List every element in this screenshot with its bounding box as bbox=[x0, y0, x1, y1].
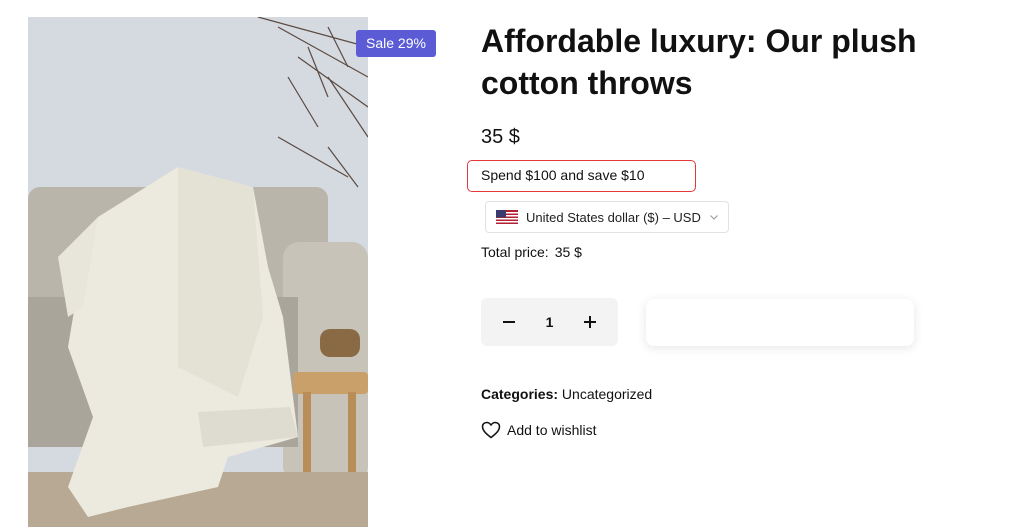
promo-message: Spend $100 and save $10 bbox=[467, 160, 696, 192]
wishlist-label: Add to wishlist bbox=[507, 422, 597, 438]
plus-icon bbox=[583, 316, 596, 328]
minus-icon bbox=[503, 321, 515, 323]
quantity-increase-button[interactable] bbox=[580, 312, 600, 332]
sale-badge: Sale 29% bbox=[356, 30, 436, 57]
product-image[interactable] bbox=[28, 17, 368, 527]
add-to-cart-button[interactable] bbox=[646, 299, 914, 346]
quantity-stepper: 1 bbox=[481, 298, 618, 346]
heart-icon bbox=[481, 421, 501, 439]
quantity-value[interactable]: 1 bbox=[546, 314, 554, 330]
chevron-down-icon bbox=[709, 215, 718, 220]
product-price: 35 $ bbox=[481, 126, 520, 148]
us-flag-icon bbox=[496, 210, 518, 224]
categories-label: Categories: bbox=[481, 386, 559, 402]
category-link[interactable]: Uncategorized bbox=[562, 386, 652, 402]
currency-label: United States dollar ($) – USD bbox=[526, 209, 701, 225]
product-title: Affordable luxury: Our plush cotton thro… bbox=[481, 23, 917, 101]
total-price-label: Total price: bbox=[481, 244, 549, 260]
product-categories: Categories: Uncategorized bbox=[481, 386, 652, 402]
add-to-wishlist[interactable]: Add to wishlist bbox=[481, 421, 596, 439]
total-price-value: 35 $ bbox=[554, 244, 582, 260]
product-photo bbox=[28, 17, 368, 527]
quantity-decrease-button[interactable] bbox=[499, 312, 519, 332]
total-price: Total price: 35 $ bbox=[481, 244, 582, 260]
product-info: Affordable luxury: Our plush cotton thro… bbox=[481, 20, 1001, 150]
currency-selector[interactable]: United States dollar ($) – USD bbox=[485, 201, 729, 233]
